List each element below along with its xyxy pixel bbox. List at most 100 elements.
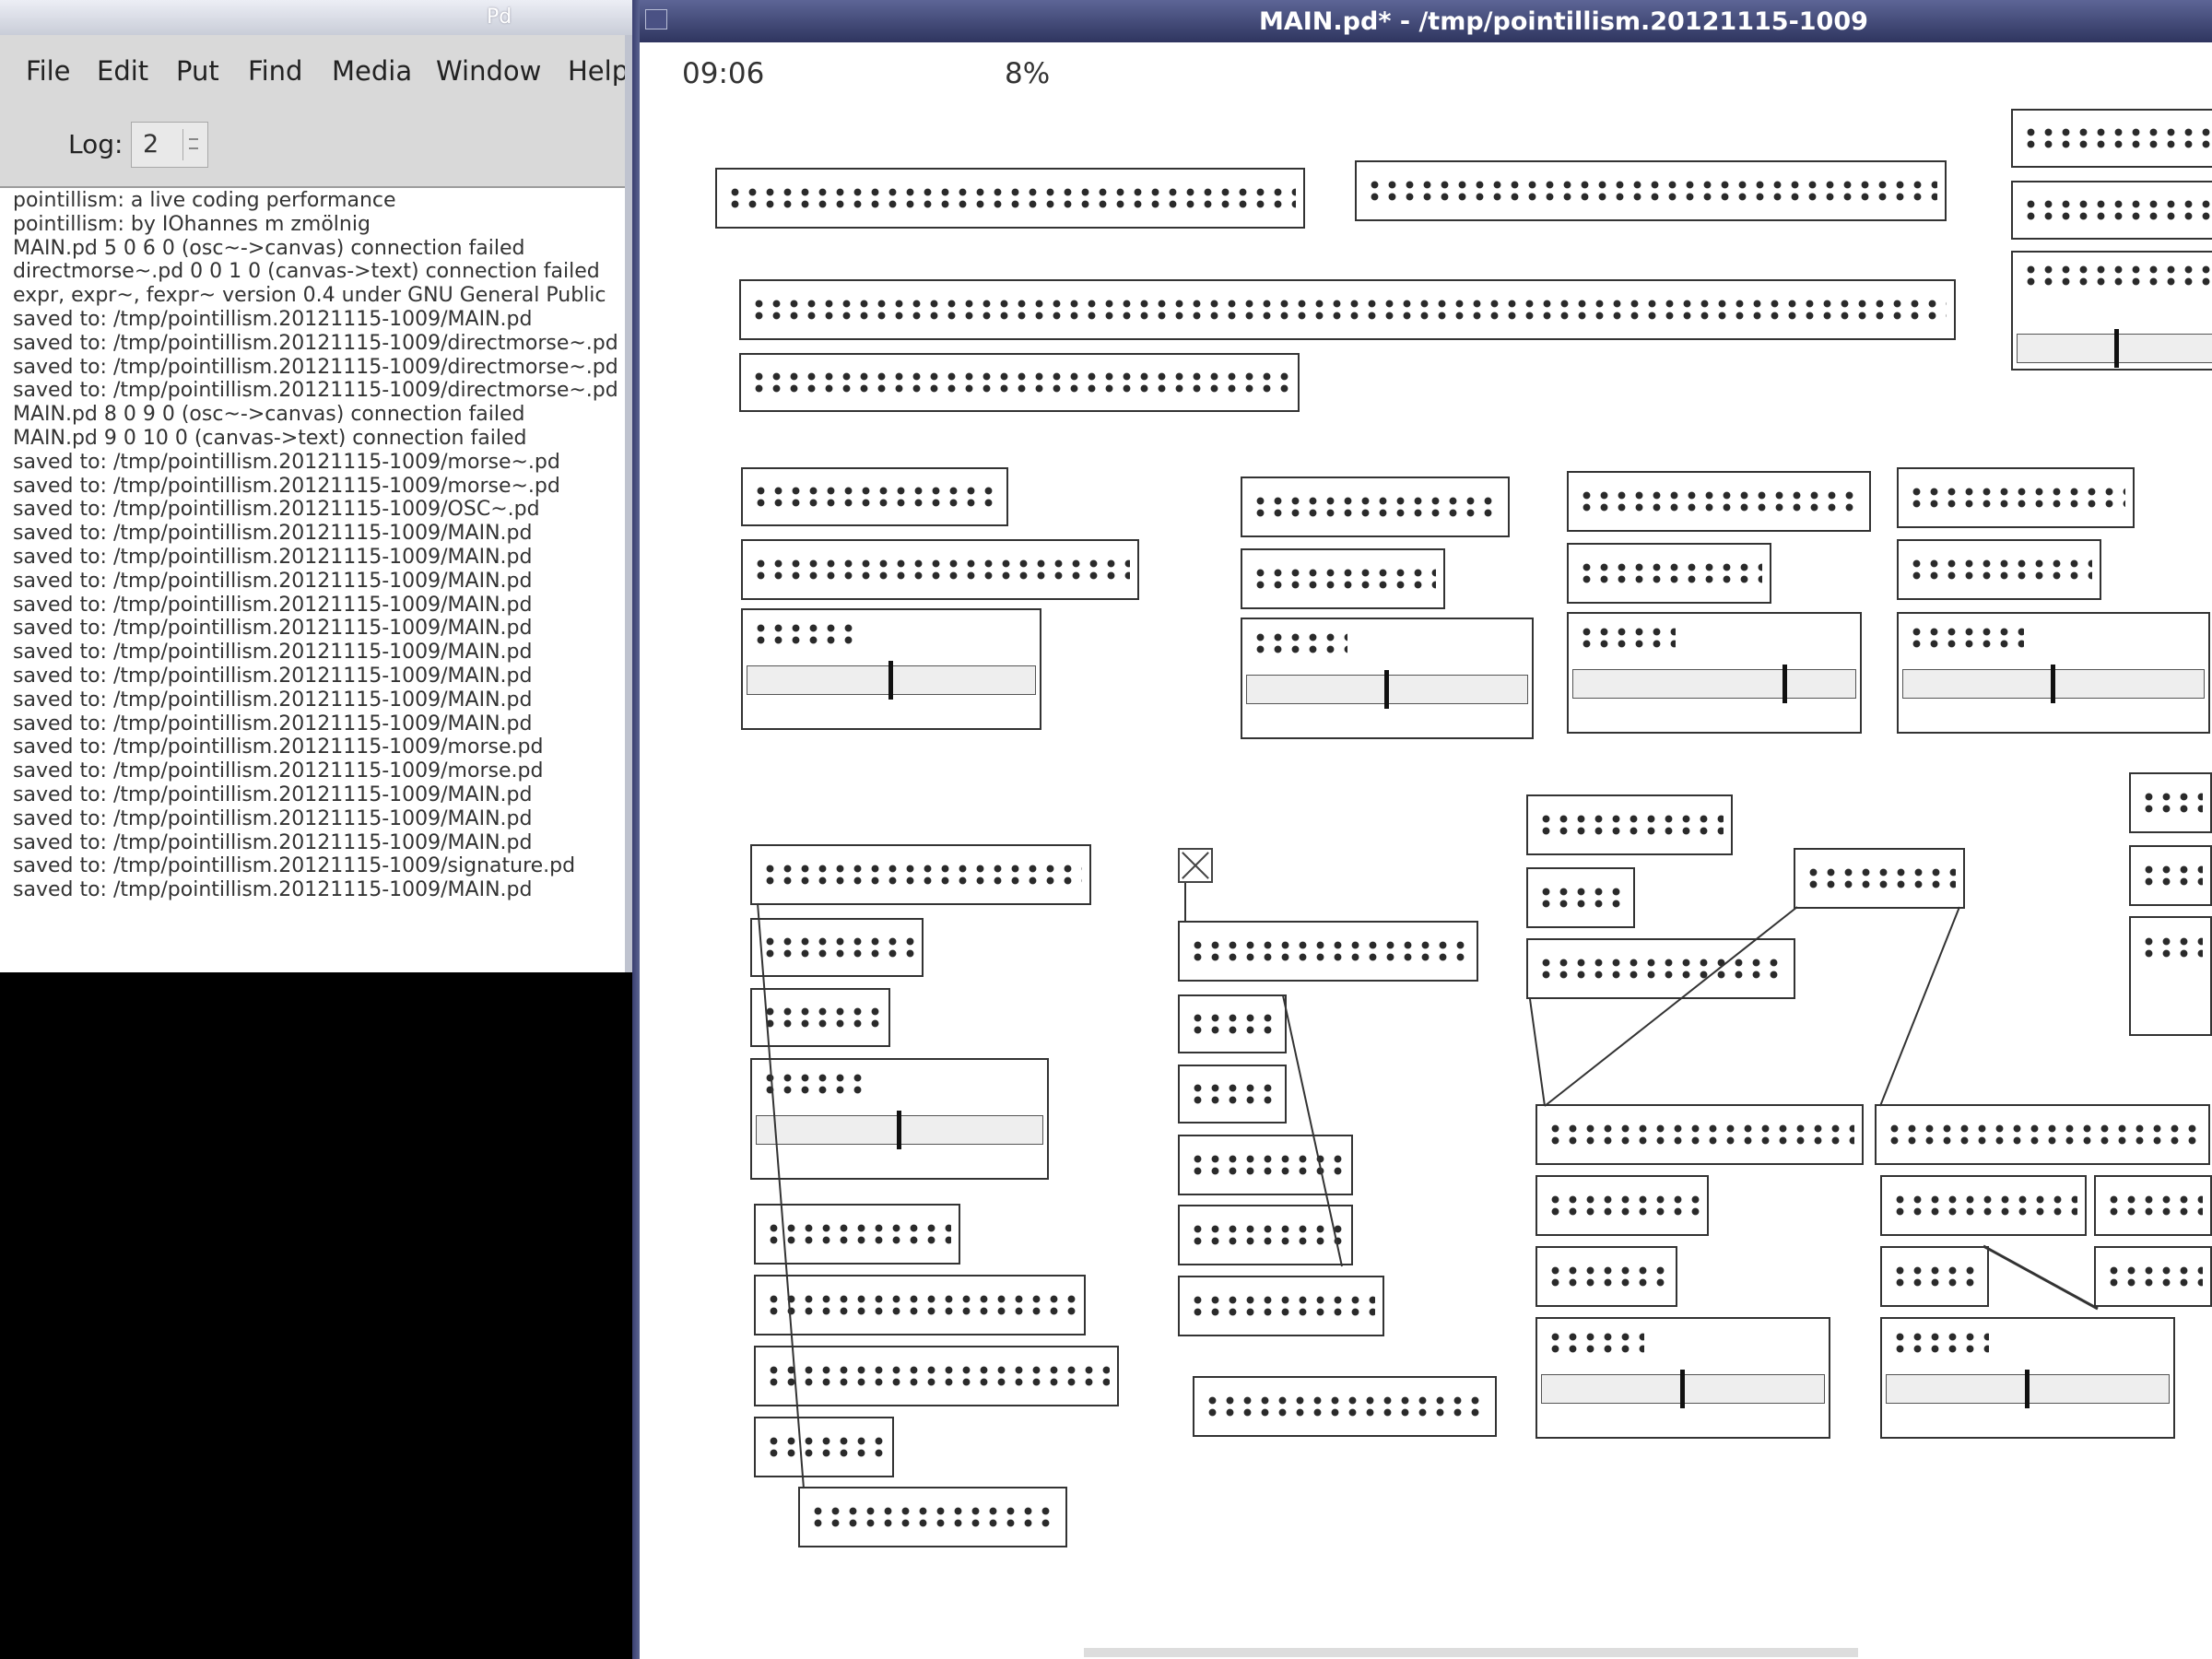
console-log-line: saved to: /tmp/pointillism.20121115-1009… [13, 830, 533, 854]
console-log-line: MAIN.pd 9 0 10 0 (canvas->text) connecti… [13, 426, 527, 450]
console-titlebar[interactable]: Pd [0, 0, 632, 36]
braille-object-box[interactable] [1178, 994, 1287, 1053]
braille-object-box[interactable] [1880, 1175, 2087, 1236]
oscillator-gui-box[interactable] [1897, 612, 2210, 734]
braille-object-box[interactable] [1241, 477, 1510, 537]
console-log-line: saved to: /tmp/pointillism.20121115-1009… [13, 782, 533, 806]
slider-knob[interactable] [1680, 1370, 1685, 1408]
braille-object-box[interactable] [754, 1275, 1086, 1335]
spin-arrows-icon[interactable] [182, 129, 204, 160]
log-label: Log: [68, 129, 124, 159]
oscillator-gui-box[interactable] [741, 608, 1041, 730]
braille-object-box[interactable] [1178, 921, 1478, 982]
braille-object-box[interactable] [2129, 772, 2212, 833]
oscillator-gui-box[interactable] [1567, 612, 1862, 734]
slider[interactable] [1541, 1370, 1825, 1408]
braille-object-box[interactable] [1875, 1104, 2210, 1165]
console-log-line: saved to: /tmp/pointillism.20121115-1009… [13, 331, 618, 355]
log-level-spinbox[interactable]: 2 [131, 122, 208, 168]
braille-object-box[interactable] [1193, 1376, 1497, 1437]
menu-put[interactable]: Put [176, 55, 219, 87]
slider-knob[interactable] [2051, 665, 2055, 703]
braille-object-box[interactable] [2011, 181, 2212, 240]
console-log-line: saved to: /tmp/pointillism.20121115-1009… [13, 355, 618, 379]
braille-object-box[interactable] [1178, 1205, 1353, 1265]
oscillator-gui-box[interactable] [750, 1058, 1049, 1180]
braille-object-box[interactable] [750, 844, 1091, 905]
braille-object-box[interactable] [1880, 1246, 1989, 1307]
braille-object-box[interactable] [754, 1346, 1119, 1406]
braille-object-box[interactable] [798, 1487, 1067, 1547]
braille-object-box[interactable] [2094, 1175, 2212, 1236]
braille-object-box[interactable] [1897, 467, 2135, 528]
braille-object-box[interactable] [754, 1204, 960, 1265]
console-log-line: saved to: /tmp/pointillism.20121115-1009… [13, 617, 533, 641]
braille-object-box[interactable] [2011, 109, 2212, 168]
slider[interactable] [747, 661, 1036, 700]
menu-help[interactable]: Help [568, 55, 629, 87]
console-log-line: saved to: /tmp/pointillism.20121115-1009… [13, 569, 533, 593]
braille-object-box[interactable] [1794, 848, 1965, 909]
console-log-line: saved to: /tmp/pointillism.20121115-1009… [13, 450, 560, 474]
oscillator-gui-box[interactable] [1880, 1317, 2175, 1439]
slider-knob[interactable] [1384, 670, 1389, 709]
braille-object-box[interactable] [1241, 548, 1445, 609]
console-log-line: saved to: /tmp/pointillism.20121115-1009… [13, 474, 560, 498]
patch-titlebar[interactable]: MAIN.pd* - /tmp/pointillism.20121115-100… [632, 0, 2212, 42]
console-log-line: saved to: /tmp/pointillism.20121115-1009… [13, 498, 540, 522]
braille-object-box[interactable] [1535, 1104, 1864, 1165]
braille-message-box[interactable] [739, 279, 1956, 340]
braille-object-box[interactable] [1535, 1246, 1677, 1307]
braille-object-box[interactable] [1178, 1065, 1287, 1124]
braille-gui-box[interactable] [2011, 251, 2212, 371]
slider[interactable] [1246, 670, 1528, 709]
braille-object-box[interactable] [1178, 1135, 1353, 1195]
braille-object-box[interactable] [2094, 1246, 2212, 1307]
slider[interactable] [1886, 1370, 2170, 1408]
slider-knob[interactable] [888, 661, 893, 700]
pd-console-window: Pd File Edit Put Find Media Window Help … [0, 0, 632, 972]
braille-object-box[interactable] [2129, 916, 2212, 1036]
wire [1983, 1244, 2099, 1311]
oscillator-gui-box[interactable] [1535, 1317, 1830, 1439]
slider[interactable] [2017, 329, 2212, 368]
braille-object-box[interactable] [750, 918, 924, 977]
braille-object-box[interactable] [750, 988, 890, 1047]
braille-object-box[interactable] [2129, 845, 2212, 906]
braille-object-box[interactable] [1526, 794, 1733, 855]
console-log[interactable]: pointillism: a live coding performance po… [13, 189, 632, 926]
braille-object-box[interactable] [1567, 471, 1871, 532]
slider[interactable] [1572, 665, 1856, 703]
slider-knob[interactable] [2114, 329, 2119, 368]
slider-knob[interactable] [2025, 1370, 2030, 1408]
menu-window[interactable]: Window [436, 55, 541, 87]
slider[interactable] [756, 1111, 1043, 1149]
slider-knob[interactable] [897, 1111, 901, 1149]
slider-knob[interactable] [1782, 665, 1787, 703]
menubar: File Edit Put Find Media Window Help [0, 35, 632, 110]
console-log-line: MAIN.pd 5 0 6 0 (osc~->canvas) connectio… [13, 236, 525, 260]
oscillator-gui-box[interactable] [1241, 618, 1534, 739]
braille-comment-box[interactable] [1355, 160, 1947, 221]
braille-object-box[interactable] [741, 467, 1008, 526]
braille-object-box[interactable] [1526, 938, 1795, 999]
braille-object-box[interactable] [1535, 1175, 1709, 1236]
braille-object-box[interactable] [1178, 1276, 1384, 1336]
toggle-checked[interactable] [1178, 848, 1213, 883]
console-log-line: saved to: /tmp/pointillism.20121115-1009… [13, 307, 533, 331]
horizontal-scrollbar[interactable] [1084, 1648, 1858, 1657]
braille-message-box[interactable] [739, 353, 1300, 412]
menu-file[interactable]: File [26, 55, 71, 87]
braille-object-box[interactable] [1567, 543, 1771, 604]
console-log-line: pointillism: a live coding performance [13, 189, 396, 212]
braille-comment-box[interactable] [715, 168, 1305, 229]
slider[interactable] [1902, 665, 2205, 703]
braille-object-box[interactable] [1897, 539, 2101, 600]
window-menu-icon[interactable] [645, 9, 667, 29]
menu-media[interactable]: Media [332, 55, 412, 87]
menu-edit[interactable]: Edit [97, 55, 148, 87]
menu-find[interactable]: Find [248, 55, 302, 87]
braille-object-box[interactable] [754, 1417, 894, 1477]
braille-object-box[interactable] [741, 539, 1139, 600]
braille-object-box[interactable] [1526, 867, 1635, 928]
